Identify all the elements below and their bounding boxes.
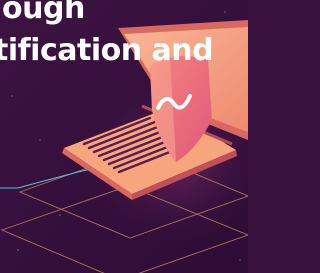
security-illustration	[0, 0, 248, 273]
illustration-scene: ough tification and	[0, 0, 248, 273]
